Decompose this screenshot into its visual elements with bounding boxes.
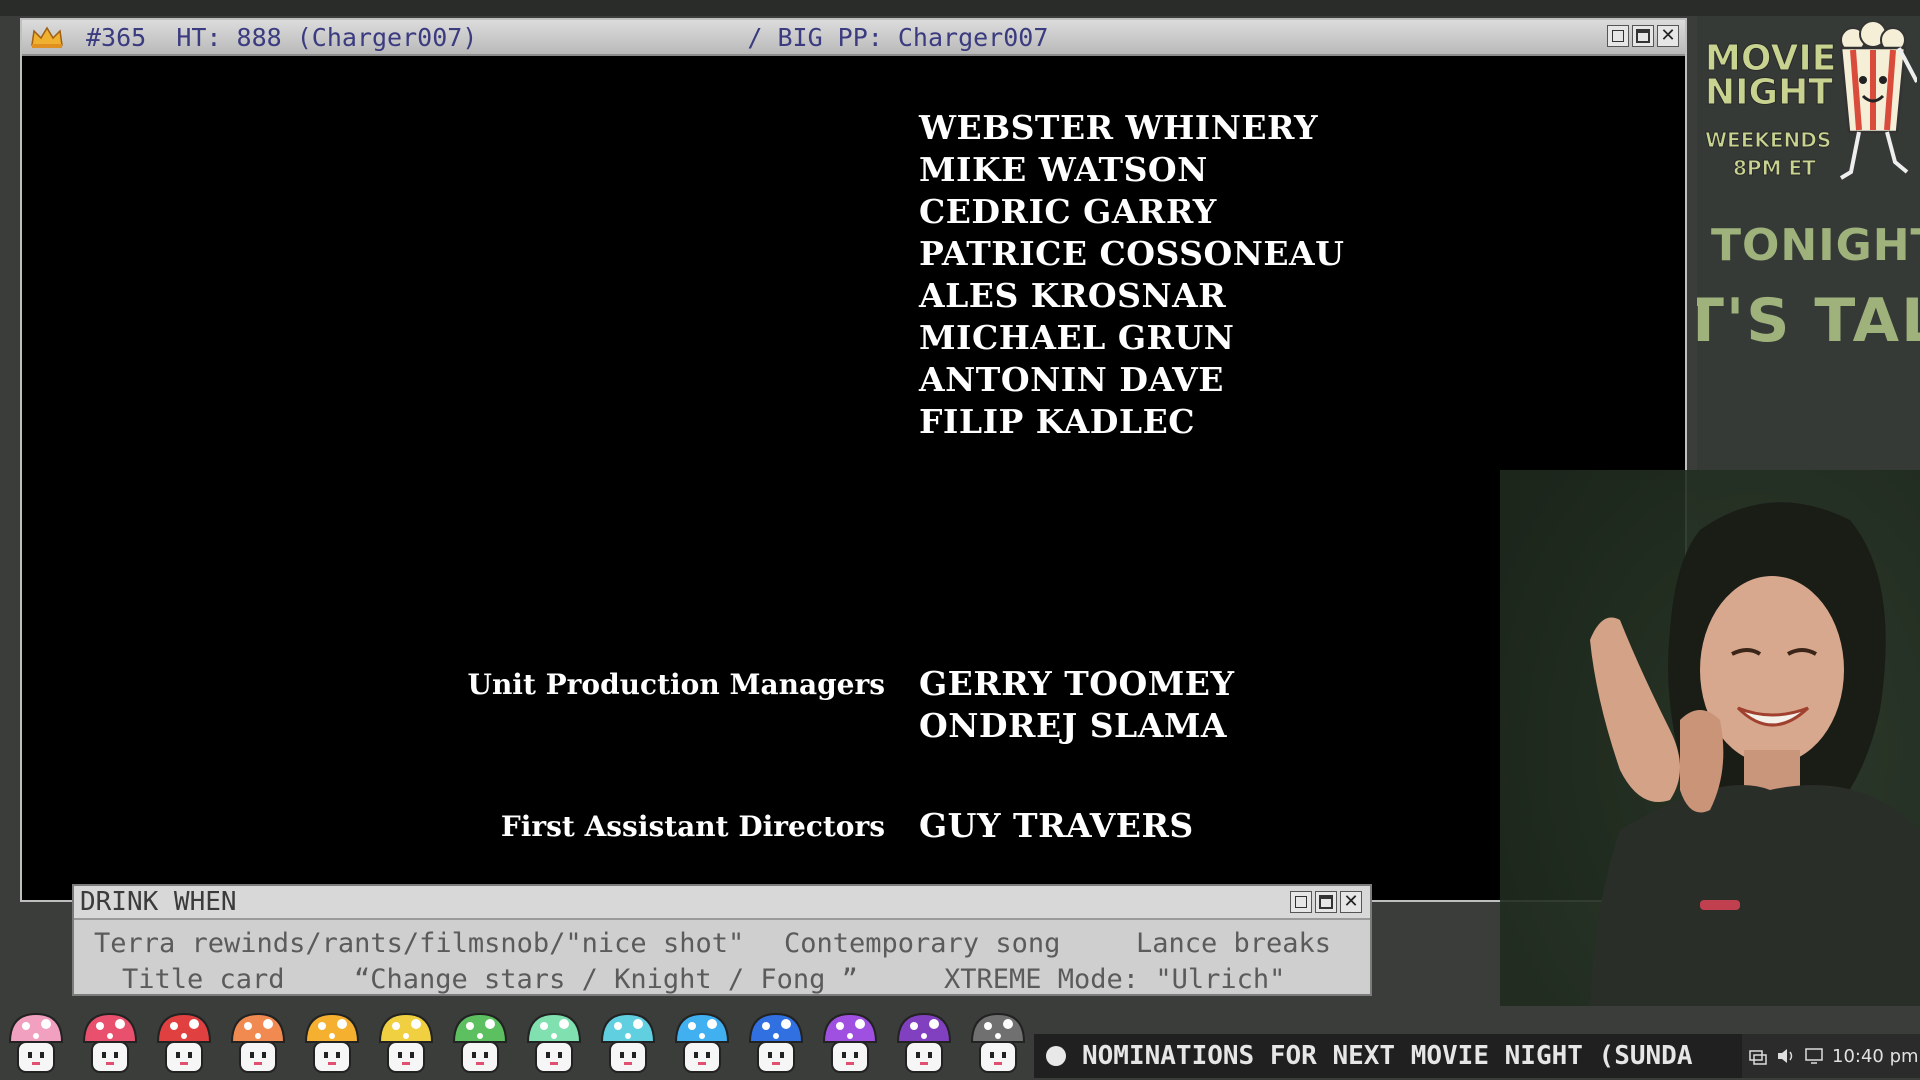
logo-line-night: NIGHT — [1705, 72, 1834, 114]
clock: 10:40 pm — [1832, 1045, 1919, 1067]
credit-name: CEDRIC GARRY — [919, 192, 1217, 231]
pink-heart-badge — [82, 1012, 138, 1073]
minimize-button[interactable] — [1290, 891, 1312, 913]
record-dot-icon — [1046, 1046, 1066, 1066]
mint-mushroom-badge — [526, 1012, 582, 1073]
drink-rule: Title card — [122, 964, 285, 995]
popcorn-mascot-icon — [1839, 22, 1917, 180]
window-controls: ✕ — [1607, 25, 1679, 47]
credit-name: ALES KROSNAR — [919, 276, 1227, 315]
tonight-title: T'S TALI — [1697, 286, 1920, 356]
drink-rule: “Change stars / Knight / Fong ” — [354, 964, 858, 995]
sky-mushroom-badge — [674, 1012, 730, 1073]
purple-mushroom-badge — [896, 1012, 952, 1073]
amber-mushroom-badge — [304, 1012, 360, 1073]
credit-name: FILIP KADLEC — [919, 402, 1195, 441]
drink-rule: Lance breaks — [1136, 928, 1332, 959]
movie-night-logo: MOVIE NIGHT WEEKENDS 8PM ET — [1697, 16, 1920, 196]
drink-rule: Terra rewinds/rants/filmsnob/"nice shot" — [94, 928, 745, 959]
credit-role: First Assistant Directors — [500, 810, 885, 843]
streamer-webcam-image — [1500, 470, 1920, 1030]
logo-line-time: 8PM ET — [1733, 156, 1817, 181]
credit-role: Unit Production Managers — [467, 668, 885, 701]
drink-when-title: DRINK WHEN — [80, 887, 237, 917]
ticker-bar: NOMINATIONS FOR NEXT MOVIE NIGHT (SUNDA … — [1034, 1034, 1920, 1078]
rank-label: #365 — [86, 22, 147, 52]
display-icon[interactable] — [1804, 1047, 1824, 1065]
credit-name: MICHAEL GRUN — [919, 318, 1235, 357]
window-controls: ✕ — [1290, 891, 1362, 913]
red-mushroom-badge — [156, 1012, 212, 1073]
drink-when-titlebar[interactable]: DRINK WHEN ✕ — [74, 886, 1370, 920]
maximize-button[interactable] — [1632, 25, 1654, 47]
network-icon[interactable] — [1748, 1047, 1768, 1065]
rainbow-mushroom-badge — [8, 1012, 64, 1073]
credit-name: ANTONIN DAVE — [919, 360, 1224, 399]
credit-name: ONDREJ SLAMA — [919, 706, 1227, 745]
blue-mushroom-badge — [748, 1012, 804, 1073]
close-button[interactable]: ✕ — [1340, 891, 1362, 913]
top-strip — [0, 0, 1920, 16]
sub-badges — [4, 1008, 1030, 1080]
big-pp-label: / BIG PP: Charger007 — [747, 22, 1049, 52]
orange-mushroom-badge — [230, 1012, 286, 1073]
video-window-titlebar[interactable]: #365 HT: 888 (Charger007) / BIG PP: Char… — [22, 20, 1685, 56]
yellow-mushroom-badge — [378, 1012, 434, 1073]
violet-mushroom-badge — [822, 1012, 878, 1073]
drink-rule: XTREME Mode: "Ulrich" — [944, 964, 1286, 995]
tonight-label: TONIGHT: — [1711, 220, 1920, 271]
black-mushroom-badge — [970, 1012, 1026, 1073]
green-mushroom-badge — [452, 1012, 508, 1073]
credit-name: GUY TRAVERS — [919, 806, 1194, 844]
credit-name: GERRY TOOMEY — [919, 664, 1235, 703]
ticker-text: NOMINATIONS FOR NEXT MOVIE NIGHT (SUNDA — [1082, 1041, 1693, 1071]
drink-when-window: DRINK WHEN ✕ Terra rewinds/rants/filmsno… — [72, 884, 1372, 996]
credit-name: MIKE WATSON — [919, 150, 1208, 189]
credit-name: PATRICE COSSONEAU — [919, 234, 1345, 273]
taskbar: NOMINATIONS FOR NEXT MOVIE NIGHT (SUNDA … — [0, 1006, 1920, 1080]
crown-icon — [31, 26, 63, 48]
system-tray: 10:40 pm — [1742, 1034, 1920, 1078]
high-tip-label: HT: 888 (Charger007) — [176, 22, 478, 52]
close-button[interactable]: ✕ — [1657, 25, 1679, 47]
drink-rules: Terra rewinds/rants/filmsnob/"nice shot"… — [74, 920, 1370, 996]
logo-line-weekends: WEEKENDS — [1704, 128, 1832, 153]
streamer-webcam — [1340, 470, 1920, 1030]
credit-name: WEBSTER WHINERY — [919, 108, 1319, 147]
maximize-button[interactable] — [1315, 891, 1337, 913]
cyan-mushroom-badge — [600, 1012, 656, 1073]
volume-icon[interactable] — [1776, 1047, 1796, 1065]
drink-rule: Contemporary song — [784, 928, 1061, 959]
minimize-button[interactable] — [1607, 25, 1629, 47]
